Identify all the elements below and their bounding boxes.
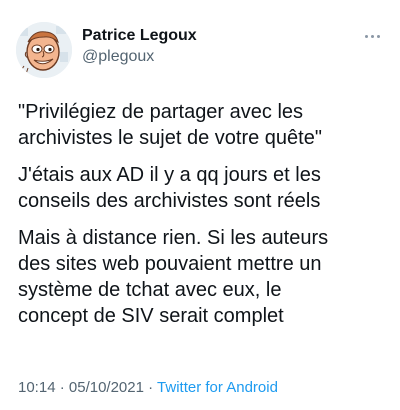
more-horizontal-icon[interactable] bbox=[362, 26, 382, 46]
tweet-meta: 10:14 · 05/10/2021 · Twitter for Android bbox=[18, 378, 278, 398]
meta-separator: · bbox=[148, 379, 154, 396]
tweet-source-link[interactable]: Twitter for Android bbox=[157, 379, 278, 396]
avatar[interactable] bbox=[16, 22, 72, 78]
tweet-date[interactable]: 05/10/2021 bbox=[69, 379, 144, 396]
avatar-illustration bbox=[16, 22, 72, 78]
tweet-header: Patrice Legoux @plegoux bbox=[16, 22, 384, 78]
more-dot bbox=[364, 34, 368, 38]
tweet-time[interactable]: 10:14 bbox=[18, 379, 56, 396]
tweet-paragraph: "Privilégiez de partager avec les archiv… bbox=[18, 101, 322, 149]
tweet-paragraph: Mais à distance rien. Si les auteurs des… bbox=[18, 227, 329, 327]
tweet-text: "Privilégiez de partager avec les archiv… bbox=[18, 99, 388, 340]
tweet-paragraph: J'étais aux AD il y a qq jours et les co… bbox=[18, 164, 321, 212]
more-dot bbox=[376, 34, 380, 38]
more-dot bbox=[370, 34, 374, 38]
author-handle[interactable]: @plegoux bbox=[82, 46, 197, 68]
author-block[interactable]: Patrice Legoux @plegoux bbox=[82, 26, 197, 68]
author-display-name[interactable]: Patrice Legoux bbox=[82, 26, 197, 46]
meta-separator: · bbox=[59, 379, 65, 396]
tweet-card: Patrice Legoux @plegoux "Privilégiez de … bbox=[0, 0, 400, 410]
